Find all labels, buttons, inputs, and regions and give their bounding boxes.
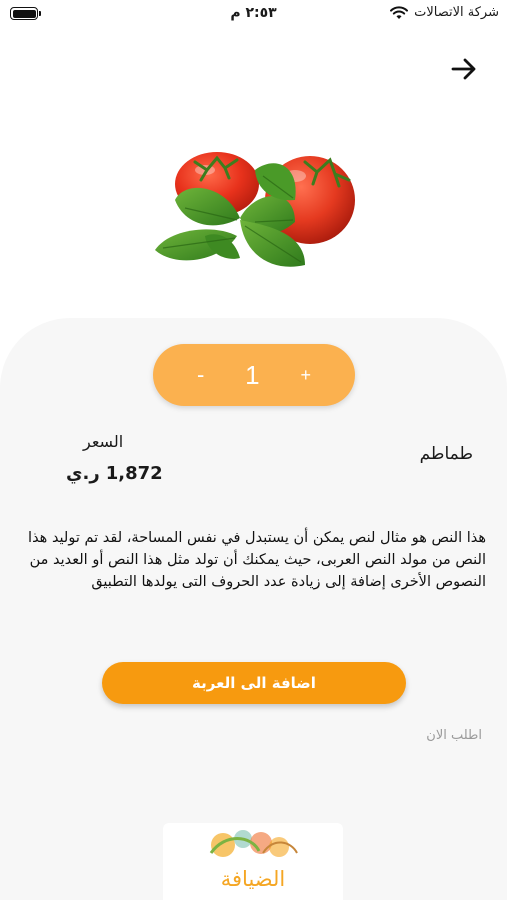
increase-quantity-button[interactable]: +: [300, 365, 311, 386]
logo-text: الضيافة: [220, 867, 286, 891]
decrease-quantity-button[interactable]: -: [197, 362, 204, 388]
brand-logo: الضيافة: [163, 823, 343, 900]
price-label: السعر: [83, 432, 124, 451]
back-button[interactable]: [447, 52, 481, 86]
price: ر.ي 1,872: [66, 463, 163, 484]
wifi-icon: [390, 5, 409, 19]
carrier-info: شركة الاتصالات: [390, 5, 499, 20]
quantity-stepper: - 1 +: [153, 344, 355, 406]
product-description: هذا النص هو مثال لنص يمكن أن يستبدل في ن…: [28, 530, 486, 590]
arrow-right-icon: [451, 58, 476, 80]
product-image: [155, 152, 355, 267]
order-now-link[interactable]: اطلب الان: [426, 728, 482, 743]
price-value: 1,872: [105, 463, 163, 484]
currency: ر.ي: [66, 463, 100, 484]
add-to-cart-button[interactable]: اضافة الى العربة: [102, 662, 406, 704]
product-name: طماطم: [419, 444, 473, 464]
logo-graphic: [209, 830, 298, 857]
quantity-value: 1: [245, 359, 260, 390]
carrier-name: شركة الاتصالات: [414, 5, 499, 20]
status-bar: ٢:٥٣ م شركة الاتصالات: [0, 0, 507, 30]
